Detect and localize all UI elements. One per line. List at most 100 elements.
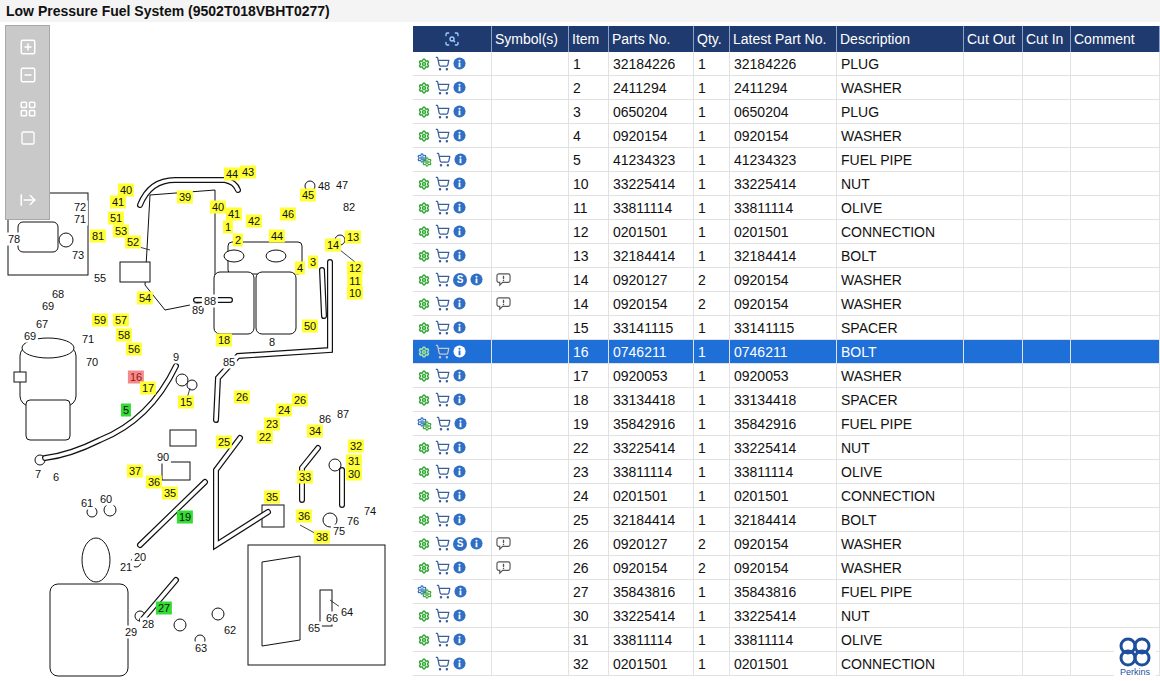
add-to-cart-button[interactable] bbox=[434, 633, 450, 647]
callout-label[interactable]: 88 bbox=[202, 295, 218, 308]
callout-label[interactable]: 17 bbox=[140, 382, 156, 395]
callout-label[interactable]: 82 bbox=[341, 201, 357, 214]
callout-label[interactable]: 69 bbox=[22, 330, 38, 343]
callout-label[interactable]: 45 bbox=[300, 189, 316, 202]
callout-label[interactable]: 60 bbox=[98, 493, 114, 506]
info-icon[interactable] bbox=[453, 201, 466, 214]
table-row[interactable]: 2532184414132184414BOLT bbox=[413, 508, 1160, 532]
table-row[interactable]: 24020150110201501CONNECTION bbox=[413, 484, 1160, 508]
add-to-cart-button[interactable] bbox=[434, 129, 450, 143]
callout-label[interactable]: 35 bbox=[264, 491, 280, 504]
info-icon[interactable] bbox=[453, 225, 466, 238]
callout-label[interactable]: 44 bbox=[269, 230, 285, 243]
table-row[interactable]: 132184226132184226PLUG bbox=[413, 52, 1160, 76]
callout-label[interactable]: 27 bbox=[156, 602, 172, 615]
part-gear-button[interactable] bbox=[417, 249, 431, 263]
table-row[interactable]: 4092015410920154WASHER bbox=[413, 124, 1160, 148]
info-icon[interactable] bbox=[453, 633, 466, 646]
callout-label[interactable]: 33 bbox=[297, 471, 313, 484]
callout-label[interactable]: 26 bbox=[292, 394, 308, 407]
callout-label[interactable]: 41 bbox=[226, 208, 242, 221]
actual-size-button[interactable] bbox=[16, 127, 40, 149]
callout-label[interactable]: 35 bbox=[162, 487, 178, 500]
info-icon[interactable] bbox=[470, 537, 483, 550]
table-row[interactable]: 2333811114133811114OLIVE bbox=[413, 460, 1160, 484]
info-icon[interactable] bbox=[453, 345, 466, 358]
callout-label[interactable]: 76 bbox=[345, 515, 361, 528]
add-to-cart-button[interactable] bbox=[434, 537, 450, 551]
callout-label[interactable]: 46 bbox=[280, 208, 296, 221]
add-to-cart-button[interactable] bbox=[434, 369, 450, 383]
callout-label[interactable]: 81 bbox=[90, 230, 106, 243]
callout-label[interactable]: 75 bbox=[331, 525, 347, 538]
header-cell[interactable]: Symbol(s) bbox=[492, 26, 569, 52]
callout-label[interactable]: 58 bbox=[116, 329, 132, 342]
callout-label[interactable]: 73 bbox=[70, 249, 86, 262]
callout-label[interactable]: 18 bbox=[216, 334, 232, 347]
note-icon[interactable] bbox=[496, 296, 511, 311]
callout-label[interactable]: 51 bbox=[108, 212, 124, 225]
callout-label[interactable]: 8 bbox=[267, 336, 277, 349]
part-gear-button[interactable] bbox=[417, 129, 431, 143]
add-to-cart-button[interactable] bbox=[434, 513, 450, 527]
table-row[interactable]: 16074621110746211BOLT bbox=[413, 340, 1160, 364]
callout-label[interactable]: 9 bbox=[171, 351, 181, 364]
callout-label[interactable]: 12 bbox=[347, 262, 363, 275]
callout-label[interactable]: 31 bbox=[346, 455, 362, 468]
callout-label[interactable]: 63 bbox=[193, 642, 209, 655]
info-icon[interactable] bbox=[453, 81, 466, 94]
callout-label[interactable]: 10 bbox=[347, 287, 363, 300]
callout-label[interactable]: 22 bbox=[257, 431, 273, 444]
callout-label[interactable]: 69 bbox=[40, 300, 56, 313]
part-gear-button[interactable] bbox=[417, 369, 431, 383]
callout-label[interactable]: 2 bbox=[233, 234, 243, 247]
add-to-cart-button[interactable] bbox=[434, 105, 450, 119]
callout-label[interactable]: 23 bbox=[264, 418, 280, 431]
table-row[interactable]: 1833134418133134418SPACER bbox=[413, 388, 1160, 412]
info-icon[interactable] bbox=[453, 369, 466, 382]
table-row[interactable]: 12020150110201501CONNECTION bbox=[413, 220, 1160, 244]
callout-label[interactable]: 21 bbox=[118, 561, 134, 574]
part-gear-button[interactable] bbox=[417, 609, 431, 623]
add-to-cart-button[interactable] bbox=[434, 177, 450, 191]
callout-label[interactable]: 20 bbox=[132, 551, 148, 564]
info-icon[interactable] bbox=[453, 393, 466, 406]
add-to-cart-button[interactable] bbox=[434, 441, 450, 455]
callout-label[interactable]: 43 bbox=[240, 166, 256, 179]
callout-label[interactable]: 71 bbox=[80, 333, 96, 346]
table-row[interactable]: 541234323141234323FUEL PIPE bbox=[413, 148, 1160, 172]
table-row[interactable]: 1033225414133225414NUT bbox=[413, 172, 1160, 196]
callout-label[interactable]: 32 bbox=[348, 440, 364, 453]
assembly-icon[interactable] bbox=[417, 585, 432, 599]
zoom-in-button[interactable] bbox=[16, 36, 40, 58]
table-row[interactable]: 1533141115133141115SPACER bbox=[413, 316, 1160, 340]
fit-view-button[interactable] bbox=[16, 98, 40, 120]
callout-label[interactable]: 59 bbox=[92, 314, 108, 327]
part-gear-button[interactable] bbox=[417, 345, 431, 359]
part-gear-button[interactable] bbox=[417, 441, 431, 455]
add-to-cart-button[interactable] bbox=[434, 609, 450, 623]
add-to-cart-button[interactable] bbox=[434, 225, 450, 239]
table-row[interactable]: 2735843816135843816FUEL PIPE bbox=[413, 580, 1160, 604]
part-gear-button[interactable] bbox=[417, 177, 431, 191]
info-icon[interactable] bbox=[453, 609, 466, 622]
note-icon[interactable] bbox=[496, 560, 511, 575]
diagram-panel[interactable]: 4041515352813944434041424412454648478213… bbox=[0, 22, 410, 681]
info-icon[interactable] bbox=[453, 105, 466, 118]
add-to-cart-button[interactable] bbox=[434, 57, 450, 71]
part-gear-button[interactable] bbox=[417, 273, 431, 287]
callout-label[interactable]: 44 bbox=[224, 168, 240, 181]
callout-label[interactable]: 41 bbox=[110, 196, 126, 209]
add-to-cart-button[interactable] bbox=[434, 465, 450, 479]
table-row[interactable]: 14092015420920154WASHER bbox=[413, 292, 1160, 316]
table-row[interactable]: S26092012720920154WASHER bbox=[413, 532, 1160, 556]
add-to-cart-button[interactable] bbox=[434, 81, 450, 95]
callout-label[interactable]: 54 bbox=[137, 292, 153, 305]
callout-label[interactable]: 65 bbox=[306, 622, 322, 635]
note-icon[interactable] bbox=[496, 536, 511, 551]
supersession-badge[interactable]: S bbox=[453, 537, 467, 551]
callout-label[interactable]: 1 bbox=[223, 221, 233, 234]
table-row[interactable]: 32020150110201501CONNECTION bbox=[413, 652, 1160, 676]
callout-label[interactable]: 24 bbox=[276, 404, 292, 417]
part-gear-button[interactable] bbox=[417, 321, 431, 335]
